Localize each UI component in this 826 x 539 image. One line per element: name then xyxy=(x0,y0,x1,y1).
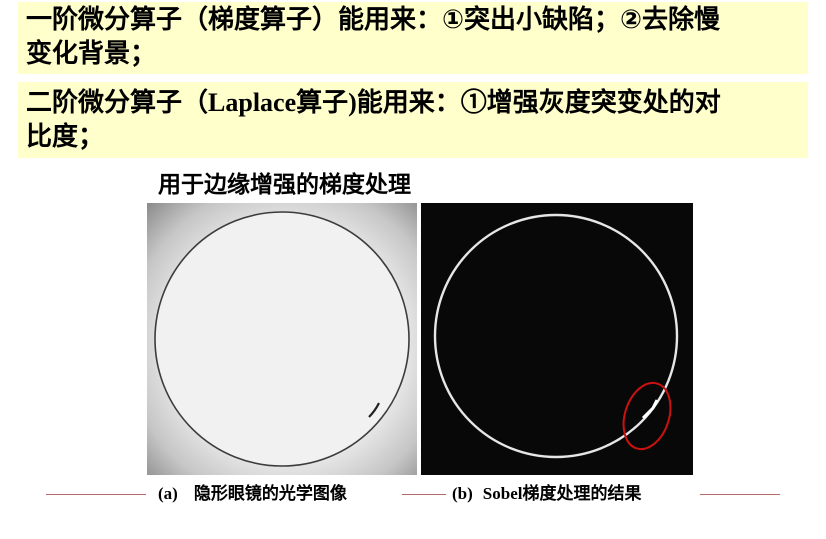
contact-lens-optical-image xyxy=(147,203,417,475)
second-order-statement: 二阶微分算子（Laplace算子)能用来：①增强灰度突变处的对 比度； xyxy=(18,82,808,158)
first-order-line-1: 一阶微分算子（梯度算子）能用来：①突出小缺陷；②去除慢 xyxy=(26,5,721,35)
caption-a-tag: (a) xyxy=(158,484,178,503)
second-order-after: )能用来：①增强灰度突变处的对 xyxy=(348,88,721,117)
caption-b-tag: (b) xyxy=(452,484,473,503)
caption-rule-right xyxy=(700,494,780,495)
sobel-edge-ring xyxy=(433,213,679,459)
second-order-line-2: 比度； xyxy=(26,122,105,152)
figure-title: 用于边缘增强的梯度处理 xyxy=(158,172,411,198)
figure-captions: (a) 隐形眼镜的光学图像 (b) Sobel梯度处理的结果 xyxy=(0,481,826,507)
first-order-statement: 一阶微分算子（梯度算子）能用来：①突出小缺陷；②去除慢 变化背景； xyxy=(18,2,808,74)
caption-rule-middle xyxy=(402,494,446,495)
caption-a-text: 隐形眼镜的光学图像 xyxy=(193,484,347,504)
caption-b-text: 梯度处理的结果 xyxy=(522,484,642,504)
caption-a: (a) 隐形眼镜的光学图像 xyxy=(158,481,347,507)
caption-b-sobel: Sobel xyxy=(482,484,523,503)
lens-outline-graphic xyxy=(154,211,410,467)
second-order-mid: 算子 xyxy=(296,88,349,118)
slide: 一阶微分算子（梯度算子）能用来：①突出小缺陷；②去除慢 变化背景； 二阶微分算子… xyxy=(0,0,826,539)
lens-edge xyxy=(154,211,410,467)
second-order-prefix: 二阶微分算子（ xyxy=(26,88,209,118)
sobel-gradient-image xyxy=(421,203,693,475)
sobel-edge-graphic xyxy=(433,213,679,459)
sobel-defect-highlight xyxy=(641,399,659,420)
second-order-line-1: 二阶微分算子（Laplace算子)能用来：①增强灰度突变处的对 xyxy=(26,86,808,120)
caption-b: (b) Sobel梯度处理的结果 xyxy=(452,481,641,507)
first-order-line-2: 变化背景； xyxy=(26,39,157,69)
caption-rule-left xyxy=(46,494,146,495)
laplace-operator-name: Laplace xyxy=(208,88,297,117)
